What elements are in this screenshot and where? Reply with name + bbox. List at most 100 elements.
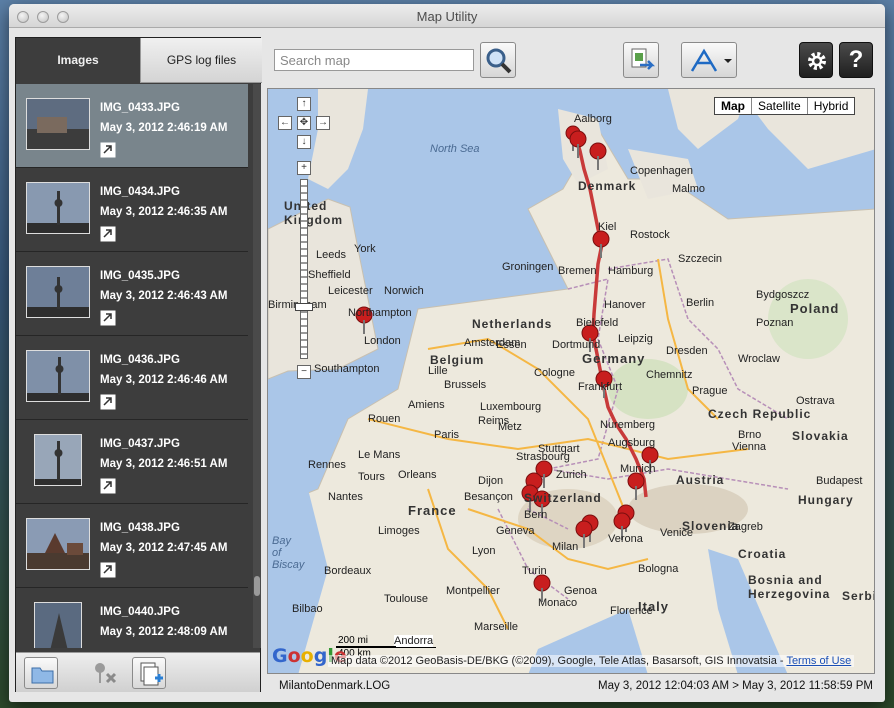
- map-label: Metz: [498, 421, 522, 433]
- map-label: Kiel: [598, 221, 617, 233]
- add-document-icon: [140, 662, 163, 686]
- terms-of-use-link[interactable]: Terms of Use: [786, 655, 851, 667]
- compass-icon: [690, 48, 732, 72]
- geotag-link-icon[interactable]: [100, 478, 116, 494]
- geotag-link-icon[interactable]: [100, 310, 116, 326]
- map-label: Bordeaux: [324, 565, 372, 577]
- map-label: Brno: [738, 429, 762, 441]
- map-label: Toulouse: [384, 593, 429, 605]
- map-label: Venice: [660, 527, 694, 539]
- map-label: Tours: [358, 471, 385, 483]
- map-label: Nantes: [328, 491, 363, 503]
- map-label: Budapest: [816, 475, 863, 487]
- help-button[interactable]: ?: [839, 42, 873, 78]
- map-label: Orleans: [398, 469, 437, 481]
- image-date: May 3, 2012 2:47:45 AM: [100, 542, 228, 554]
- image-list-scrollbar[interactable]: [253, 84, 261, 648]
- map-label: Wroclaw: [738, 353, 780, 365]
- image-filename: IMG_0440.JPG: [100, 606, 180, 618]
- list-item[interactable]: IMG_0437.JPG May 3, 2012 2:46:51 AM: [16, 420, 248, 504]
- image-date: May 3, 2012 2:46:43 AM: [100, 290, 228, 302]
- magnifier-icon: [486, 48, 512, 74]
- zoom-in-button[interactable]: +: [297, 161, 311, 175]
- map-type-map[interactable]: Map: [715, 98, 751, 114]
- pan-center-button[interactable]: ✥: [297, 116, 311, 130]
- map-label: Hamburg: [608, 265, 654, 277]
- geotag-link-icon[interactable]: [100, 394, 116, 410]
- map-label: Luxembourg: [480, 401, 542, 413]
- pan-down-button[interactable]: ↓: [297, 135, 311, 149]
- pan-up-button[interactable]: ↑: [297, 97, 311, 111]
- map-label: Malmo: [672, 183, 706, 195]
- map-label: Bydgoszcz: [756, 289, 810, 301]
- gear-icon: [808, 52, 826, 70]
- image-thumbnail: [34, 602, 82, 648]
- image-thumbnail: [34, 434, 82, 486]
- map-label: Geneva: [496, 525, 535, 537]
- map-tools-dropdown[interactable]: [681, 42, 737, 78]
- map-label: Besançon: [464, 491, 513, 503]
- map-label: North Sea: [430, 143, 480, 155]
- list-item[interactable]: IMG_0436.JPG May 3, 2012 2:46:46 AM: [16, 336, 248, 420]
- map-label: Hungary: [798, 493, 854, 507]
- map-label: Czech Republic: [708, 407, 812, 421]
- map-label: Dresden: [666, 345, 708, 357]
- map-label: Poland: [790, 301, 840, 316]
- map-label: Copenhagen: [630, 165, 694, 177]
- image-date: May 3, 2012 2:46:35 AM: [100, 206, 228, 218]
- image-list[interactable]: IMG_0433.JPG May 3, 2012 2:46:19 AM IMG_…: [16, 84, 252, 648]
- scrollbar-thumb[interactable]: [254, 576, 260, 596]
- add-log-file-button[interactable]: [132, 657, 166, 689]
- image-date: May 3, 2012 2:46:19 AM: [100, 122, 228, 134]
- image-thumbnail: [26, 182, 90, 234]
- tab-images[interactable]: Images: [16, 38, 140, 83]
- map-label: Berlin: [686, 297, 715, 309]
- image-filename: IMG_0435.JPG: [100, 270, 180, 282]
- zoom-slider-track[interactable]: [300, 179, 308, 359]
- map-label: Brussels: [444, 379, 487, 391]
- zoom-out-button[interactable]: −: [297, 365, 311, 379]
- map-label: Prague: [692, 385, 728, 397]
- pan-left-button[interactable]: ←: [278, 116, 292, 130]
- map-label: Amsterdam: [464, 337, 521, 349]
- list-item[interactable]: IMG_0440.JPG May 3, 2012 2:48:09 AM: [16, 588, 248, 648]
- image-filename: IMG_0437.JPG: [100, 438, 180, 450]
- list-item[interactable]: IMG_0435.JPG May 3, 2012 2:46:43 AM: [16, 252, 248, 336]
- search-button[interactable]: [480, 42, 516, 78]
- export-button[interactable]: [623, 42, 659, 78]
- map-label: Rennes: [308, 459, 346, 471]
- map-label: Strasbourg: [516, 451, 570, 463]
- window-title: Map Utility: [416, 9, 478, 24]
- image-date: May 3, 2012 2:46:46 AM: [100, 374, 228, 386]
- search-map-input[interactable]: [274, 49, 474, 71]
- remove-location-button[interactable]: [88, 657, 122, 689]
- map-type-satellite[interactable]: Satellite: [751, 98, 807, 114]
- map-label: Slovakia: [792, 429, 849, 443]
- geotag-link-icon[interactable]: [100, 562, 116, 578]
- pan-right-button[interactable]: →: [316, 116, 330, 130]
- open-folder-button[interactable]: [24, 657, 58, 689]
- geotag-link-icon[interactable]: [100, 226, 116, 242]
- map-label: Leipzig: [618, 333, 653, 345]
- tab-gps-log-files[interactable]: GPS log files: [140, 38, 262, 83]
- map-label: Norwich: [384, 285, 424, 297]
- map-type-selector[interactable]: Map Satellite Hybrid: [714, 97, 856, 115]
- map-view[interactable]: North Sea United Kingdom Denmark Germany…: [267, 88, 875, 674]
- map-label: Switzerland: [524, 491, 602, 505]
- map-label: Northampton: [348, 307, 412, 319]
- map-type-hybrid[interactable]: Hybrid: [806, 98, 855, 114]
- zoom-slider-handle[interactable]: [295, 303, 313, 311]
- geotag-link-icon[interactable]: [100, 142, 116, 158]
- map-label: Cologne: [534, 367, 575, 379]
- map-label: Marseille: [474, 621, 519, 633]
- map-label: Rostock: [630, 229, 670, 241]
- map-label: Vienna: [732, 441, 767, 453]
- list-item[interactable]: IMG_0433.JPG May 3, 2012 2:46:19 AM: [16, 84, 248, 168]
- image-date: May 3, 2012 2:46:51 AM: [100, 458, 228, 470]
- map-label: Poznan: [756, 317, 794, 329]
- image-filename: IMG_0438.JPG: [100, 522, 180, 534]
- list-item[interactable]: IMG_0434.JPG May 3, 2012 2:46:35 AM: [16, 168, 248, 252]
- app-window: Map Utility Images GPS log files IMG_043…: [9, 4, 885, 702]
- settings-button[interactable]: [799, 42, 833, 78]
- list-item[interactable]: IMG_0438.JPG May 3, 2012 2:47:45 AM: [16, 504, 248, 588]
